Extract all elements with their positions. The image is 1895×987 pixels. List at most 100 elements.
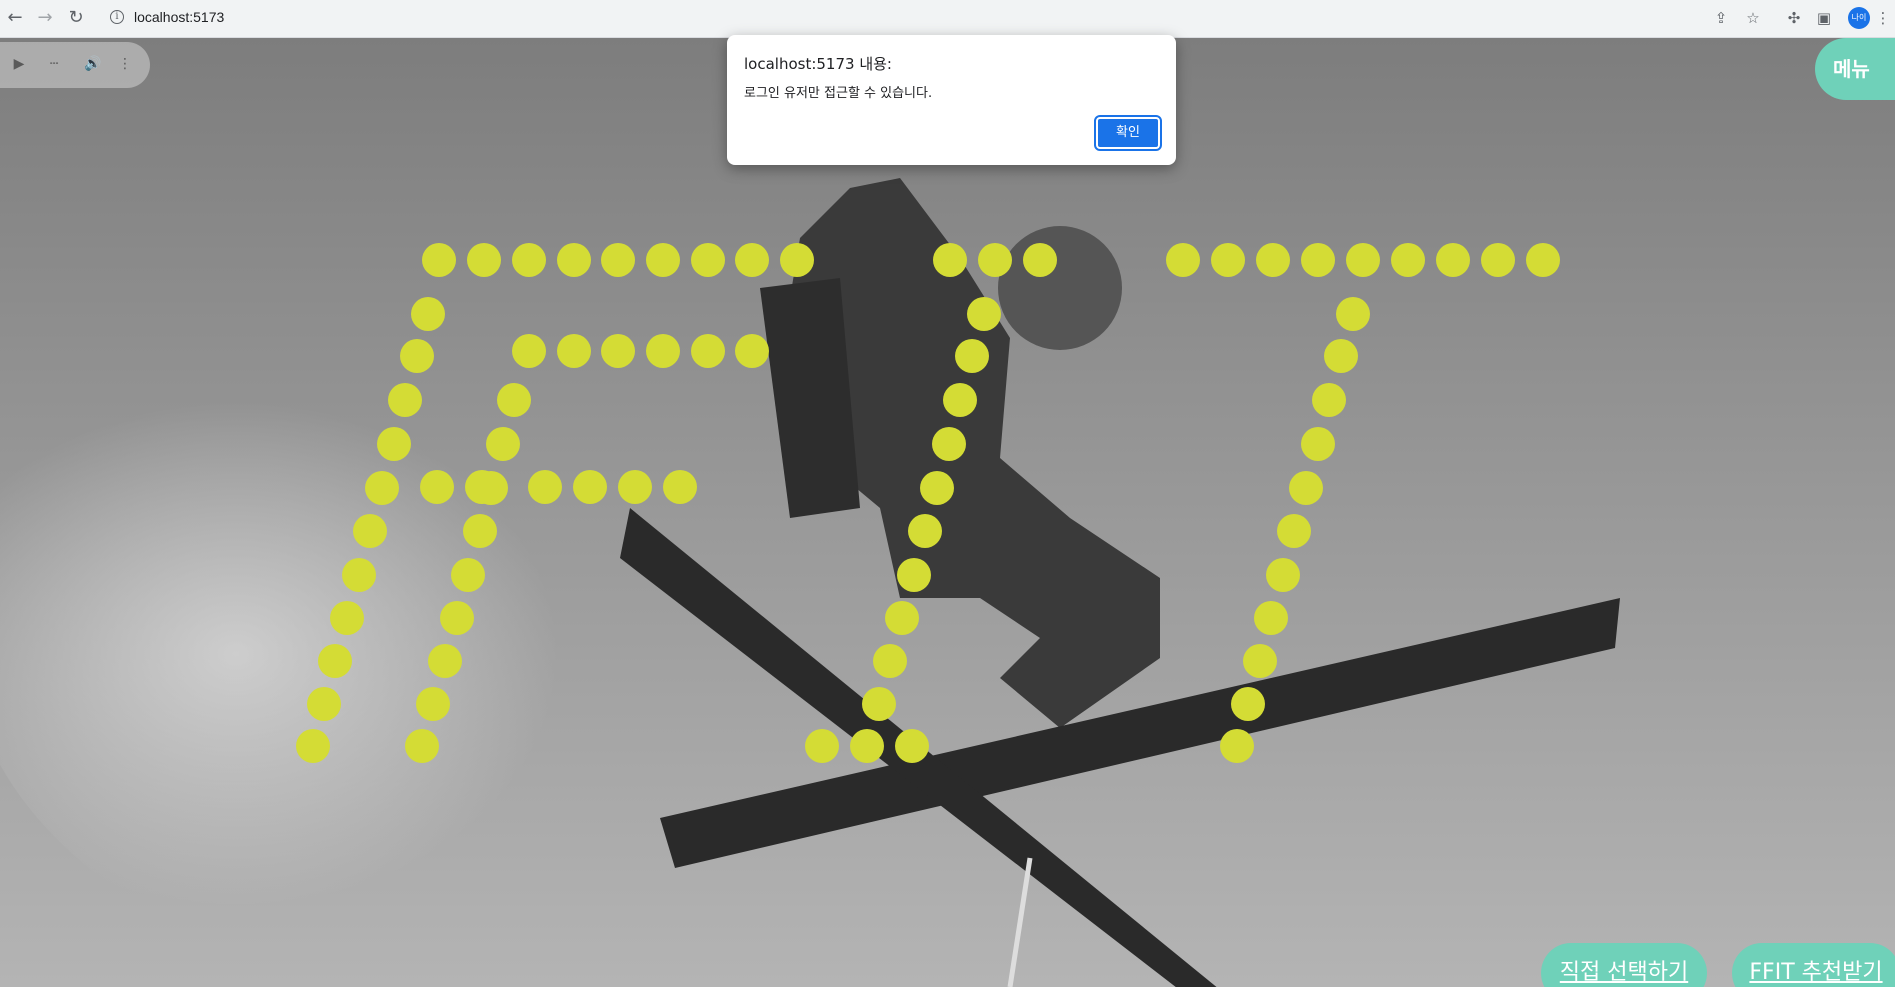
logo-dot [601, 334, 635, 368]
logo-dot [1301, 243, 1335, 277]
logo-dot [895, 729, 929, 763]
reload-icon[interactable]: ↻ [66, 8, 86, 28]
play-icon[interactable]: ▶ [10, 55, 28, 73]
logo-dot [933, 243, 967, 277]
logo-dot [512, 334, 546, 368]
bookmark-star-icon[interactable]: ☆ [1744, 9, 1762, 27]
logo-dot [528, 470, 562, 504]
back-icon[interactable]: ← [5, 8, 25, 28]
progress-slider[interactable]: ┄ [45, 55, 63, 73]
alert-message: 로그인 유저만 접근할 수 있습니다. [744, 86, 933, 101]
logo-dot [920, 471, 954, 505]
share-icon[interactable]: ⇪ [1712, 9, 1730, 27]
logo-dot [440, 601, 474, 635]
logo-dot [873, 644, 907, 678]
logo-dot [497, 383, 531, 417]
logo-dot [978, 243, 1012, 277]
logo-dot [1436, 243, 1470, 277]
logo-dot [691, 334, 725, 368]
ok-button[interactable]: 확인 [1094, 115, 1162, 151]
logo-dot [512, 243, 546, 277]
logo-dot [451, 558, 485, 592]
logo-dot [420, 470, 454, 504]
forward-icon[interactable]: → [35, 8, 55, 28]
logo-dot [416, 687, 450, 721]
logo-dot [422, 243, 456, 277]
logo-dot [1301, 427, 1335, 461]
logo-dot [1277, 514, 1311, 548]
logo-dot [573, 470, 607, 504]
background-ski-image [0, 38, 1895, 987]
url-text: localhost:5173 [134, 9, 225, 25]
alert-title: localhost:5173 내용: [744, 55, 892, 73]
ffit-dotted-logo [0, 38, 1895, 987]
logo-dot [411, 297, 445, 331]
ffit-recommend-button[interactable]: FFIT 추천받기 [1732, 943, 1895, 987]
logo-dot [1312, 383, 1346, 417]
logo-dot [1266, 558, 1300, 592]
logo-dot [388, 383, 422, 417]
logo-dot [646, 334, 680, 368]
logo-dot [955, 339, 989, 373]
logo-dot [735, 243, 769, 277]
logo-dot [805, 729, 839, 763]
logo-dot [486, 427, 520, 461]
logo-dot [557, 243, 591, 277]
menu-button[interactable]: 메뉴 [1815, 38, 1895, 100]
logo-dot [850, 729, 884, 763]
alert-dialog: localhost:5173 내용: 로그인 유저만 접근할 수 있습니다. 확… [727, 35, 1176, 165]
audio-player: ▶ ┄ 🔊 ⋮ [0, 42, 150, 88]
more-icon[interactable]: ⋮ [116, 55, 134, 73]
logo-dot [428, 644, 462, 678]
logo-dot [353, 514, 387, 548]
logo-dot [365, 471, 399, 505]
logo-dot [618, 470, 652, 504]
logo-dot [467, 243, 501, 277]
logo-dot [330, 601, 364, 635]
logo-dot [1243, 644, 1277, 678]
logo-dot [885, 601, 919, 635]
logo-dot [780, 243, 814, 277]
logo-dot [465, 470, 499, 504]
logo-dot [463, 514, 497, 548]
logo-dot [1023, 243, 1057, 277]
logo-dot [557, 334, 591, 368]
logo-dot [1289, 471, 1323, 505]
logo-dot [646, 243, 680, 277]
logo-dot [691, 243, 725, 277]
logo-dot [318, 644, 352, 678]
logo-dot [1231, 687, 1265, 721]
address-bar[interactable]: i localhost:5173 [100, 4, 1735, 32]
profile-avatar[interactable]: 나이 [1848, 7, 1870, 29]
logo-dot [1526, 243, 1560, 277]
logo-dot [1324, 339, 1358, 373]
logo-dot [601, 243, 635, 277]
extensions-icon[interactable]: ✣ [1785, 9, 1803, 27]
logo-dot [1256, 243, 1290, 277]
logo-dot [405, 729, 439, 763]
more-options-icon[interactable]: ⋮ [1874, 9, 1892, 27]
logo-dot [1346, 243, 1380, 277]
volume-icon[interactable]: 🔊 [84, 55, 102, 73]
logo-dot [400, 339, 434, 373]
logo-dot [897, 558, 931, 592]
logo-dot [1336, 297, 1370, 331]
logo-dot [943, 383, 977, 417]
browser-toolbar: ← → ↻ i localhost:5173 ⇪ ☆ ✣ ▣ 나이 ⋮ [0, 0, 1895, 38]
logo-dot [908, 514, 942, 548]
logo-dot [735, 334, 769, 368]
logo-dot [663, 470, 697, 504]
choose-directly-button[interactable]: 직접 선택하기 [1541, 943, 1707, 987]
site-info-icon[interactable]: i [110, 10, 124, 24]
logo-dot [1166, 243, 1200, 277]
logo-dot [1481, 243, 1515, 277]
logo-dot [377, 427, 411, 461]
logo-dot [932, 427, 966, 461]
logo-dot [296, 729, 330, 763]
logo-dot [1211, 243, 1245, 277]
logo-dot [307, 687, 341, 721]
logo-dot [1220, 729, 1254, 763]
logo-dot [342, 558, 376, 592]
side-panel-icon[interactable]: ▣ [1815, 9, 1833, 27]
page-content: ▶ ┄ 🔊 ⋮ 메뉴 직접 선택하기 FFIT 추천받기 [0, 38, 1895, 987]
